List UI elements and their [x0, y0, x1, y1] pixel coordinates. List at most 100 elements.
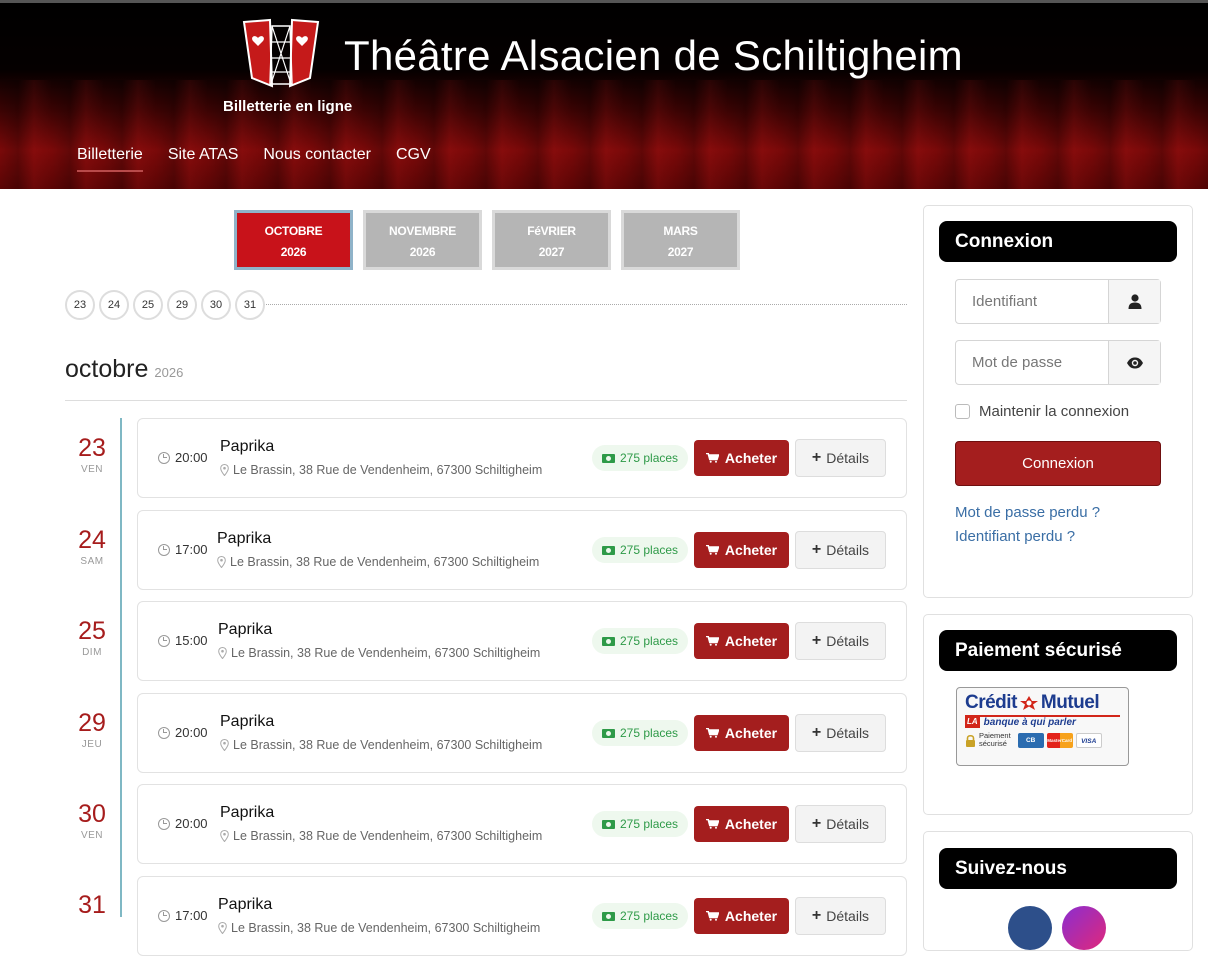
nav-item-site-atas[interactable]: Site ATAS	[168, 146, 239, 172]
buy-button[interactable]: Acheter	[694, 715, 789, 751]
places-badge: 275 places	[592, 628, 689, 654]
secure-payment-row: Paiement sécurisé CB MasterCard VISA	[965, 732, 1120, 748]
clock-icon	[158, 817, 170, 830]
username-group	[955, 279, 1161, 324]
event-title: Paprika	[220, 713, 275, 730]
event-card: 20:00 Paprika Le Brassin, 38 Rue de Vend…	[137, 418, 907, 498]
event-time-text: 20:00	[175, 450, 208, 465]
event-title: Paprika	[217, 530, 272, 547]
clock-icon	[158, 543, 170, 556]
nav-item-cgv[interactable]: CGV	[396, 146, 431, 172]
details-button[interactable]: + Détails	[795, 622, 886, 660]
bank-name-part2: Mutuel	[1040, 692, 1100, 713]
buy-button[interactable]: Acheter	[694, 898, 789, 934]
month-tab-name: NOVEMBRE	[389, 224, 456, 238]
payment-panel-title: Paiement sécurisé	[939, 630, 1177, 671]
lock-icon	[966, 734, 975, 747]
instagram-icon[interactable]	[1062, 906, 1106, 950]
facebook-icon[interactable]	[1008, 906, 1052, 950]
nav-item-nous-contacter[interactable]: Nous contacter	[263, 146, 371, 172]
bank-tagline-text: banque à qui parler	[983, 717, 1076, 728]
event-date: 24 SAM	[65, 526, 119, 567]
details-button[interactable]: + Détails	[795, 805, 886, 843]
buy-button[interactable]: Acheter	[694, 806, 789, 842]
password-input[interactable]	[956, 341, 1108, 384]
nav-item-billetterie[interactable]: Billetterie	[77, 146, 143, 172]
day-link-31[interactable]: 31	[235, 290, 265, 320]
details-button[interactable]: + Détails	[795, 897, 886, 935]
day-link-30[interactable]: 30	[201, 290, 231, 320]
month-tab-name: OCTOBRE	[264, 224, 323, 238]
site-header: Théâtre Alsacien de Schiltigheim Billett…	[0, 0, 1208, 189]
buy-button-label: Acheter	[724, 816, 778, 832]
event-location: Le Brassin, 38 Rue de Vendenheim, 67300 …	[218, 646, 540, 660]
places-badge: 275 places	[592, 811, 689, 837]
cart-icon	[705, 728, 719, 738]
details-button[interactable]: + Détails	[795, 714, 886, 752]
event-time: 20:00	[158, 816, 208, 831]
username-input[interactable]	[956, 280, 1108, 323]
event-time: 15:00	[158, 633, 208, 648]
event-title: Paprika	[220, 804, 275, 821]
clock-icon	[158, 909, 170, 922]
forgot-password-link[interactable]: Mot de passe perdu ?	[955, 504, 1100, 521]
cart-icon	[705, 911, 719, 921]
month-selector: OCTOBRE 2026 NOVEMBRE 2026 FéVRIER 2027 …	[234, 210, 740, 270]
event-day-number: 23	[78, 434, 106, 462]
details-button-label: Détails	[826, 542, 870, 558]
login-button[interactable]: Connexion	[955, 441, 1161, 486]
details-button[interactable]: + Détails	[795, 531, 886, 569]
social-icons	[1008, 906, 1106, 950]
buy-button[interactable]: Acheter	[694, 440, 789, 476]
day-link-29[interactable]: 29	[167, 290, 197, 320]
day-link-25[interactable]: 25	[133, 290, 163, 320]
main-nav: Billetterie Site ATAS Nous contacter CGV	[77, 146, 456, 172]
plus-icon: +	[811, 632, 822, 649]
password-group	[955, 340, 1161, 385]
day-link-24[interactable]: 24	[99, 290, 129, 320]
day-navigation: 23 24 25 29 30 31	[65, 290, 907, 320]
event-location-text: Le Brassin, 38 Rue de Vendenheim, 67300 …	[231, 646, 541, 660]
day-link-23[interactable]: 23	[65, 290, 95, 320]
plus-icon: +	[811, 724, 822, 741]
details-button-label: Détails	[826, 816, 870, 832]
social-panel-title: Suivez-nous	[939, 848, 1177, 889]
bank-emblem-icon	[1019, 695, 1038, 710]
event-time: 17:00	[158, 908, 208, 923]
month-heading-year: 2026	[154, 365, 184, 380]
heading-divider	[65, 400, 907, 401]
month-tab-novembre-2026[interactable]: NOVEMBRE 2026	[363, 210, 482, 270]
buy-button[interactable]: Acheter	[694, 532, 789, 568]
credit-mutuel-logo: Crédit Mutuel LA banque à qui parler Paie…	[956, 687, 1129, 766]
event-location-text: Le Brassin, 38 Rue de Vendenheim, 67300 …	[231, 921, 541, 935]
event-date: 25 DIM	[65, 617, 119, 658]
event-time: 20:00	[158, 450, 208, 465]
map-pin-icon	[218, 647, 227, 659]
eye-icon[interactable]	[1108, 341, 1160, 384]
details-button-label: Détails	[826, 633, 870, 649]
bank-tag-la: LA	[965, 717, 980, 728]
month-tab-mars-2027[interactable]: MARS 2027	[621, 210, 740, 270]
month-tab-fevrier-2027[interactable]: FéVRIER 2027	[492, 210, 611, 270]
cart-icon	[705, 819, 719, 829]
theatre-logo-icon[interactable]	[242, 18, 320, 90]
mastercard-icon: MasterCard	[1046, 732, 1073, 748]
buy-button-label: Acheter	[724, 542, 778, 558]
places-text: 275 places	[620, 634, 679, 648]
forgot-username-link[interactable]: Identifiant perdu ?	[955, 528, 1075, 545]
buy-button[interactable]: Acheter	[694, 623, 789, 659]
remember-checkbox[interactable]	[955, 404, 970, 419]
details-button[interactable]: + Détails	[795, 439, 886, 477]
event-location: Le Brassin, 38 Rue de Vendenheim, 67300 …	[220, 829, 542, 843]
bank-name-part1: Crédit	[965, 692, 1017, 713]
event-card: 20:00 Paprika Le Brassin, 38 Rue de Vend…	[137, 693, 907, 773]
month-tab-year: 2027	[667, 245, 694, 259]
month-tab-octobre-2026[interactable]: OCTOBRE 2026	[234, 210, 353, 270]
login-panel-title: Connexion	[939, 221, 1177, 262]
event-location-text: Le Brassin, 38 Rue de Vendenheim, 67300 …	[230, 555, 540, 569]
event-day-number: 24	[78, 526, 106, 554]
event-time-text: 15:00	[175, 633, 208, 648]
map-pin-icon	[220, 464, 229, 476]
secure-line-2: sécurisé	[979, 739, 1007, 748]
places-text: 275 places	[620, 909, 679, 923]
